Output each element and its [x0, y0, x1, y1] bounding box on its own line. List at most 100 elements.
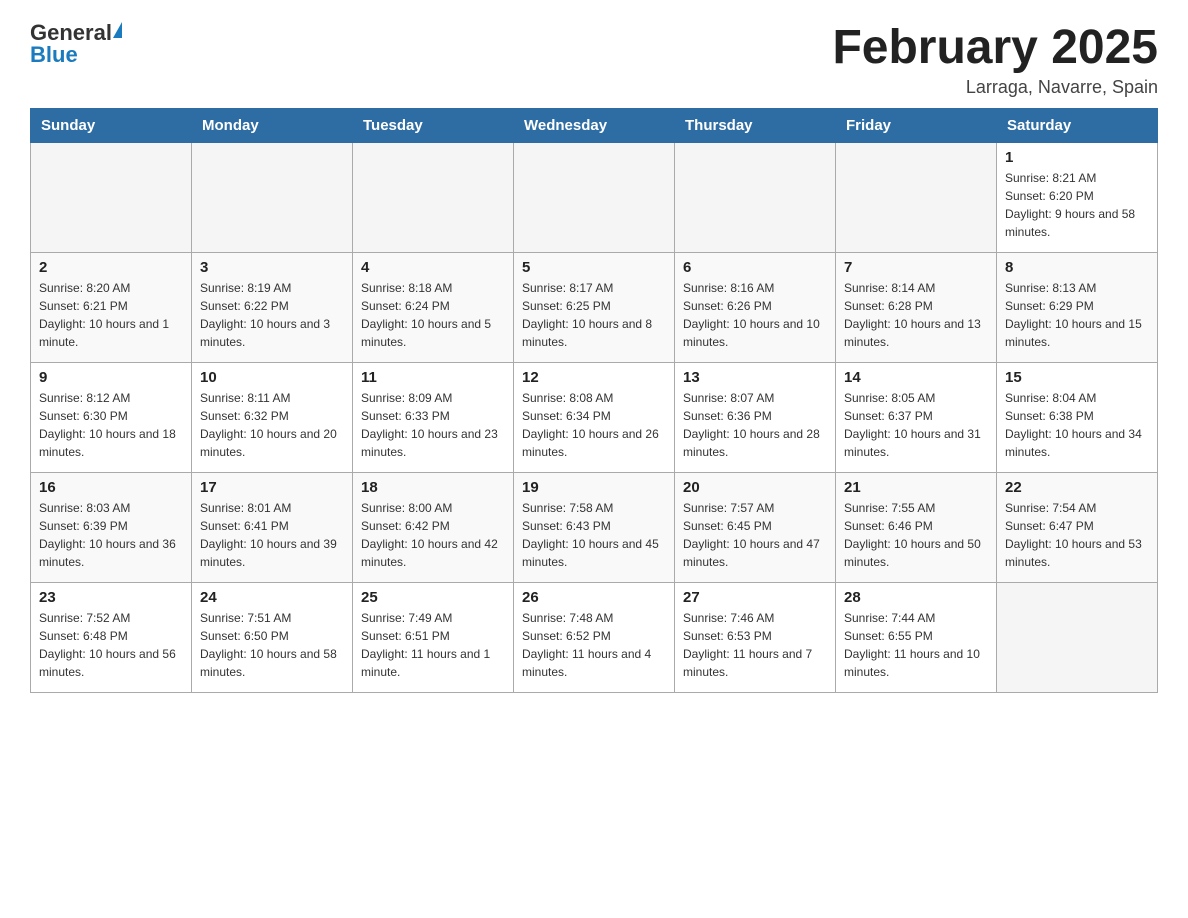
day-number: 13: [683, 369, 827, 386]
location-text: Larraga, Navarre, Spain: [832, 77, 1158, 98]
day-number: 2: [39, 259, 183, 276]
calendar-cell: 20 Sunrise: 7:57 AM Sunset: 6:45 PM Dayli…: [675, 473, 836, 583]
day-info: Sunrise: 8:03 AM Sunset: 6:39 PM Dayligh…: [39, 499, 183, 571]
day-number: 17: [200, 479, 344, 496]
logo-triangle-icon: [113, 22, 122, 38]
day-info: Sunrise: 7:44 AM Sunset: 6:55 PM Dayligh…: [844, 609, 988, 681]
day-info: Sunrise: 8:00 AM Sunset: 6:42 PM Dayligh…: [361, 499, 505, 571]
calendar-cell: 7Sunrise: 8:14 AM Sunset: 6:28 PM Daylig…: [836, 253, 997, 363]
day-number: 4: [361, 259, 505, 276]
calendar-cell: 22Sunrise: 7:54 AM Sunset: 6:47 PM Dayli…: [997, 473, 1158, 583]
calendar-body: 1 Sunrise: 8:21 AM Sunset: 6:20 PM Daylig…: [31, 143, 1158, 693]
calendar-table: SundayMondayTuesdayWednesdayThursdayFrid…: [30, 108, 1158, 693]
week-row-3: 9Sunrise: 8:12 AM Sunset: 6:30 PM Daylig…: [31, 363, 1158, 473]
day-info: Sunrise: 8:07 AM Sunset: 6:36 PM Dayligh…: [683, 389, 827, 461]
day-info: Sunrise: 7:51 AM Sunset: 6:50 PM Dayligh…: [200, 609, 344, 681]
day-info: Sunrise: 8:17 AM Sunset: 6:25 PM Dayligh…: [522, 279, 666, 351]
day-number: 24: [200, 589, 344, 606]
week-row-2: 2 Sunrise: 8:20 AM Sunset: 6:21 PM Daylig…: [31, 253, 1158, 363]
day-info: Sunrise: 7:48 AM Sunset: 6:52 PM Dayligh…: [522, 609, 666, 681]
week-row-4: 16 Sunrise: 8:03 AM Sunset: 6:39 PM Dayli…: [31, 473, 1158, 583]
day-info: Sunrise: 8:19 AM Sunset: 6:22 PM Dayligh…: [200, 279, 344, 351]
calendar-cell: 4 Sunrise: 8:18 AM Sunset: 6:24 PM Daylig…: [353, 253, 514, 363]
day-number: 12: [522, 369, 666, 386]
day-number: 3: [200, 259, 344, 276]
day-number: 27: [683, 589, 827, 606]
weekday-header-tuesday: Tuesday: [353, 109, 514, 143]
day-number: 19: [522, 479, 666, 496]
calendar-cell: 21 Sunrise: 7:55 AM Sunset: 6:46 PM Dayli…: [836, 473, 997, 583]
calendar-cell: [353, 143, 514, 253]
day-number: 18: [361, 479, 505, 496]
calendar-cell: 15 Sunrise: 8:04 AM Sunset: 6:38 PM Dayli…: [997, 363, 1158, 473]
logo-blue-text: Blue: [30, 42, 78, 67]
week-row-5: 23 Sunrise: 7:52 AM Sunset: 6:48 PM Dayli…: [31, 583, 1158, 693]
day-info: Sunrise: 8:04 AM Sunset: 6:38 PM Dayligh…: [1005, 389, 1149, 461]
day-number: 23: [39, 589, 183, 606]
calendar-cell: [836, 143, 997, 253]
weekday-header-wednesday: Wednesday: [514, 109, 675, 143]
calendar-cell: 2 Sunrise: 8:20 AM Sunset: 6:21 PM Daylig…: [31, 253, 192, 363]
day-number: 1: [1005, 149, 1149, 166]
day-number: 15: [1005, 369, 1149, 386]
calendar-cell: 16 Sunrise: 8:03 AM Sunset: 6:39 PM Dayli…: [31, 473, 192, 583]
day-info: Sunrise: 8:20 AM Sunset: 6:21 PM Dayligh…: [39, 279, 183, 351]
month-title: February 2025: [832, 20, 1158, 75]
day-number: 26: [522, 589, 666, 606]
calendar-cell: 27 Sunrise: 7:46 AM Sunset: 6:53 PM Dayli…: [675, 583, 836, 693]
calendar-cell: 3 Sunrise: 8:19 AM Sunset: 6:22 PM Daylig…: [192, 253, 353, 363]
day-number: 28: [844, 589, 988, 606]
day-number: 7: [844, 259, 988, 276]
calendar-cell: 10Sunrise: 8:11 AM Sunset: 6:32 PM Dayli…: [192, 363, 353, 473]
calendar-cell: 11 Sunrise: 8:09 AM Sunset: 6:33 PM Dayli…: [353, 363, 514, 473]
weekday-header-friday: Friday: [836, 109, 997, 143]
day-info: Sunrise: 8:08 AM Sunset: 6:34 PM Dayligh…: [522, 389, 666, 461]
day-number: 6: [683, 259, 827, 276]
title-area: February 2025 Larraga, Navarre, Spain: [832, 20, 1158, 98]
day-info: Sunrise: 7:49 AM Sunset: 6:51 PM Dayligh…: [361, 609, 505, 681]
calendar-cell: 9Sunrise: 8:12 AM Sunset: 6:30 PM Daylig…: [31, 363, 192, 473]
day-info: Sunrise: 8:09 AM Sunset: 6:33 PM Dayligh…: [361, 389, 505, 461]
day-number: 25: [361, 589, 505, 606]
calendar-header: SundayMondayTuesdayWednesdayThursdayFrid…: [31, 109, 1158, 143]
calendar-cell: [997, 583, 1158, 693]
day-info: Sunrise: 7:55 AM Sunset: 6:46 PM Dayligh…: [844, 499, 988, 571]
calendar-cell: 18 Sunrise: 8:00 AM Sunset: 6:42 PM Dayli…: [353, 473, 514, 583]
calendar-cell: [192, 143, 353, 253]
day-info: Sunrise: 8:18 AM Sunset: 6:24 PM Dayligh…: [361, 279, 505, 351]
calendar-cell: [31, 143, 192, 253]
day-number: 9: [39, 369, 183, 386]
calendar-cell: 23 Sunrise: 7:52 AM Sunset: 6:48 PM Dayli…: [31, 583, 192, 693]
day-info: Sunrise: 7:58 AM Sunset: 6:43 PM Dayligh…: [522, 499, 666, 571]
calendar-cell: 8Sunrise: 8:13 AM Sunset: 6:29 PM Daylig…: [997, 253, 1158, 363]
day-info: Sunrise: 8:01 AM Sunset: 6:41 PM Dayligh…: [200, 499, 344, 571]
weekday-header-row: SundayMondayTuesdayWednesdayThursdayFrid…: [31, 109, 1158, 143]
day-info: Sunrise: 8:13 AM Sunset: 6:29 PM Dayligh…: [1005, 279, 1149, 351]
calendar-cell: 6 Sunrise: 8:16 AM Sunset: 6:26 PM Daylig…: [675, 253, 836, 363]
calendar-cell: 5 Sunrise: 8:17 AM Sunset: 6:25 PM Daylig…: [514, 253, 675, 363]
day-number: 5: [522, 259, 666, 276]
day-number: 11: [361, 369, 505, 386]
day-number: 21: [844, 479, 988, 496]
day-info: Sunrise: 8:21 AM Sunset: 6:20 PM Dayligh…: [1005, 169, 1149, 241]
day-info: Sunrise: 8:05 AM Sunset: 6:37 PM Dayligh…: [844, 389, 988, 461]
day-info: Sunrise: 7:52 AM Sunset: 6:48 PM Dayligh…: [39, 609, 183, 681]
day-number: 14: [844, 369, 988, 386]
weekday-header-monday: Monday: [192, 109, 353, 143]
day-info: Sunrise: 7:57 AM Sunset: 6:45 PM Dayligh…: [683, 499, 827, 571]
calendar-cell: 14 Sunrise: 8:05 AM Sunset: 6:37 PM Dayli…: [836, 363, 997, 473]
calendar-cell: 12 Sunrise: 8:08 AM Sunset: 6:34 PM Dayli…: [514, 363, 675, 473]
calendar-cell: [514, 143, 675, 253]
calendar-cell: 24 Sunrise: 7:51 AM Sunset: 6:50 PM Dayli…: [192, 583, 353, 693]
logo: General Blue: [30, 20, 122, 68]
day-info: Sunrise: 7:46 AM Sunset: 6:53 PM Dayligh…: [683, 609, 827, 681]
calendar-cell: 13 Sunrise: 8:07 AM Sunset: 6:36 PM Dayli…: [675, 363, 836, 473]
day-info: Sunrise: 8:11 AM Sunset: 6:32 PM Dayligh…: [200, 389, 344, 461]
day-info: Sunrise: 8:16 AM Sunset: 6:26 PM Dayligh…: [683, 279, 827, 351]
calendar-cell: 19 Sunrise: 7:58 AM Sunset: 6:43 PM Dayli…: [514, 473, 675, 583]
weekday-header-saturday: Saturday: [997, 109, 1158, 143]
day-number: 20: [683, 479, 827, 496]
day-number: 16: [39, 479, 183, 496]
calendar-cell: [675, 143, 836, 253]
weekday-header-thursday: Thursday: [675, 109, 836, 143]
